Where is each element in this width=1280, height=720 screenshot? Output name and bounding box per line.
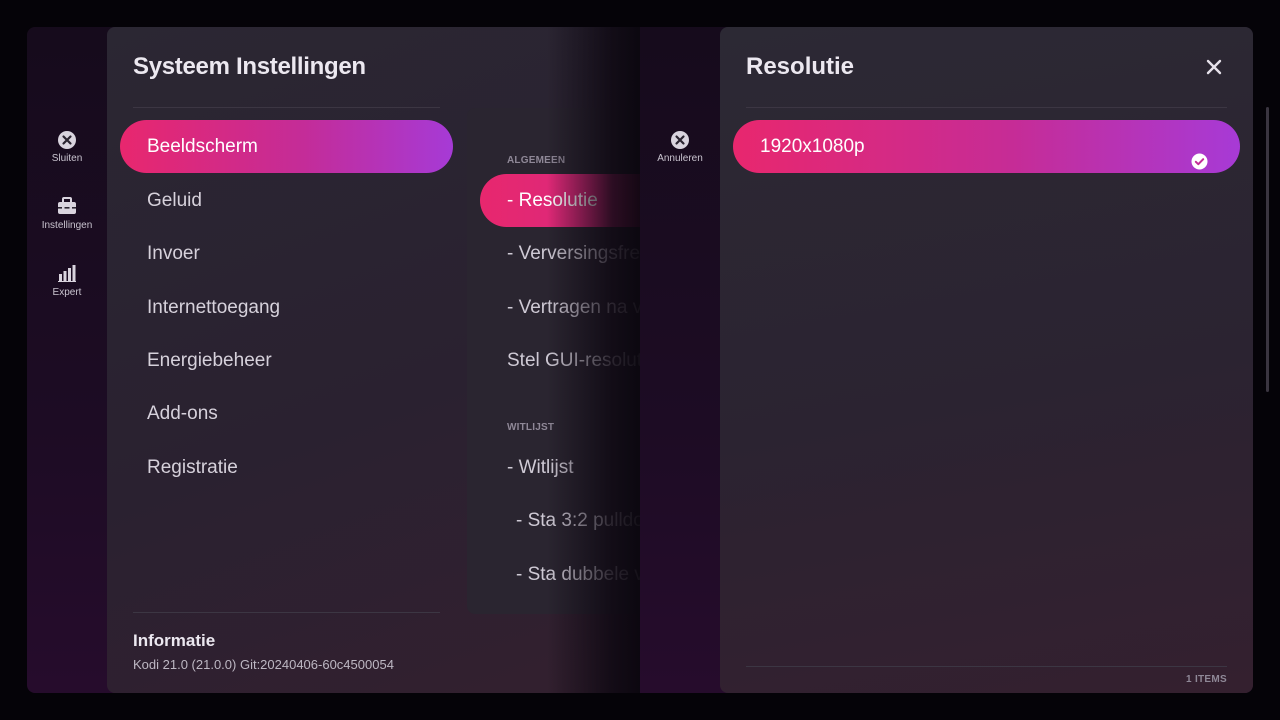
option-label: 1920x1080p xyxy=(760,136,865,157)
category-beeldscherm[interactable]: Beeldscherm xyxy=(120,120,453,173)
setting-resolution[interactable]: - Resolutie xyxy=(480,174,640,227)
check-circle-icon xyxy=(1191,138,1208,170)
title-divider xyxy=(133,107,440,108)
scrollbar[interactable] xyxy=(1266,107,1269,392)
signal-bars-icon xyxy=(33,264,101,284)
page-title: Systeem Instellingen xyxy=(133,53,366,80)
category-geluid[interactable]: Geluid xyxy=(120,174,453,227)
settings-button[interactable]: Instellingen xyxy=(33,197,101,231)
version-info: Kodi 21.0 (21.0.0) Git:20240406-60c45000… xyxy=(133,657,394,672)
close-icon xyxy=(1201,59,1227,84)
close-circle-icon xyxy=(650,130,710,150)
category-registratie[interactable]: Registratie xyxy=(120,441,453,494)
setting-refresh-rate[interactable]: - Verversingsfreq xyxy=(507,227,640,280)
setting-allow-pulldown[interactable]: - Sta 3:2 pulldov xyxy=(516,494,640,547)
expert-label: Expert xyxy=(52,287,82,298)
expert-button[interactable]: Expert xyxy=(33,264,101,298)
setting-whitelist[interactable]: - Witlijst xyxy=(507,441,573,494)
category-internettoegang[interactable]: Internettoegang xyxy=(120,281,453,334)
info-divider xyxy=(133,612,440,613)
category-energiebeheer[interactable]: Energiebeheer xyxy=(120,334,453,387)
category-add-ons[interactable]: Add-ons xyxy=(120,387,453,440)
cancel-label: Annuleren xyxy=(657,153,703,164)
items-count: 1 ITEMS xyxy=(1186,674,1227,685)
setting-gui-resolution[interactable]: Stel GUI-resolutie xyxy=(507,334,640,387)
close-button[interactable]: Sluiten xyxy=(33,130,101,164)
cancel-button[interactable]: Annuleren xyxy=(650,130,710,164)
setting-delay-after-change[interactable]: - Vertragen na ve xyxy=(507,281,640,334)
dialog-title: Resolutie xyxy=(746,53,855,80)
section-header-general: ALGEMEEN xyxy=(507,155,566,166)
settings-label: Instellingen xyxy=(41,220,93,231)
close-label: Sluiten xyxy=(51,153,83,164)
resolution-option[interactable]: 1920x1080p xyxy=(733,120,1240,173)
close-circle-icon xyxy=(33,130,101,150)
dialog-footer-divider xyxy=(746,666,1227,667)
toolbox-icon xyxy=(33,197,101,217)
settings-panel: Systeem Instellingen Beeldscherm Geluid … xyxy=(107,27,640,693)
setting-allow-double-refresh[interactable]: - Sta dubbele ve xyxy=(516,548,640,601)
resolution-dialog: Resolutie 1920x1080p 1 ITEMS xyxy=(720,27,1253,693)
info-title: Informatie xyxy=(133,631,216,650)
dialog-close-button[interactable] xyxy=(1201,54,1227,80)
dialog-title-divider xyxy=(746,107,1227,108)
category-invoer[interactable]: Invoer xyxy=(120,227,453,280)
section-header-whitelist: WITLIJST xyxy=(507,422,555,433)
